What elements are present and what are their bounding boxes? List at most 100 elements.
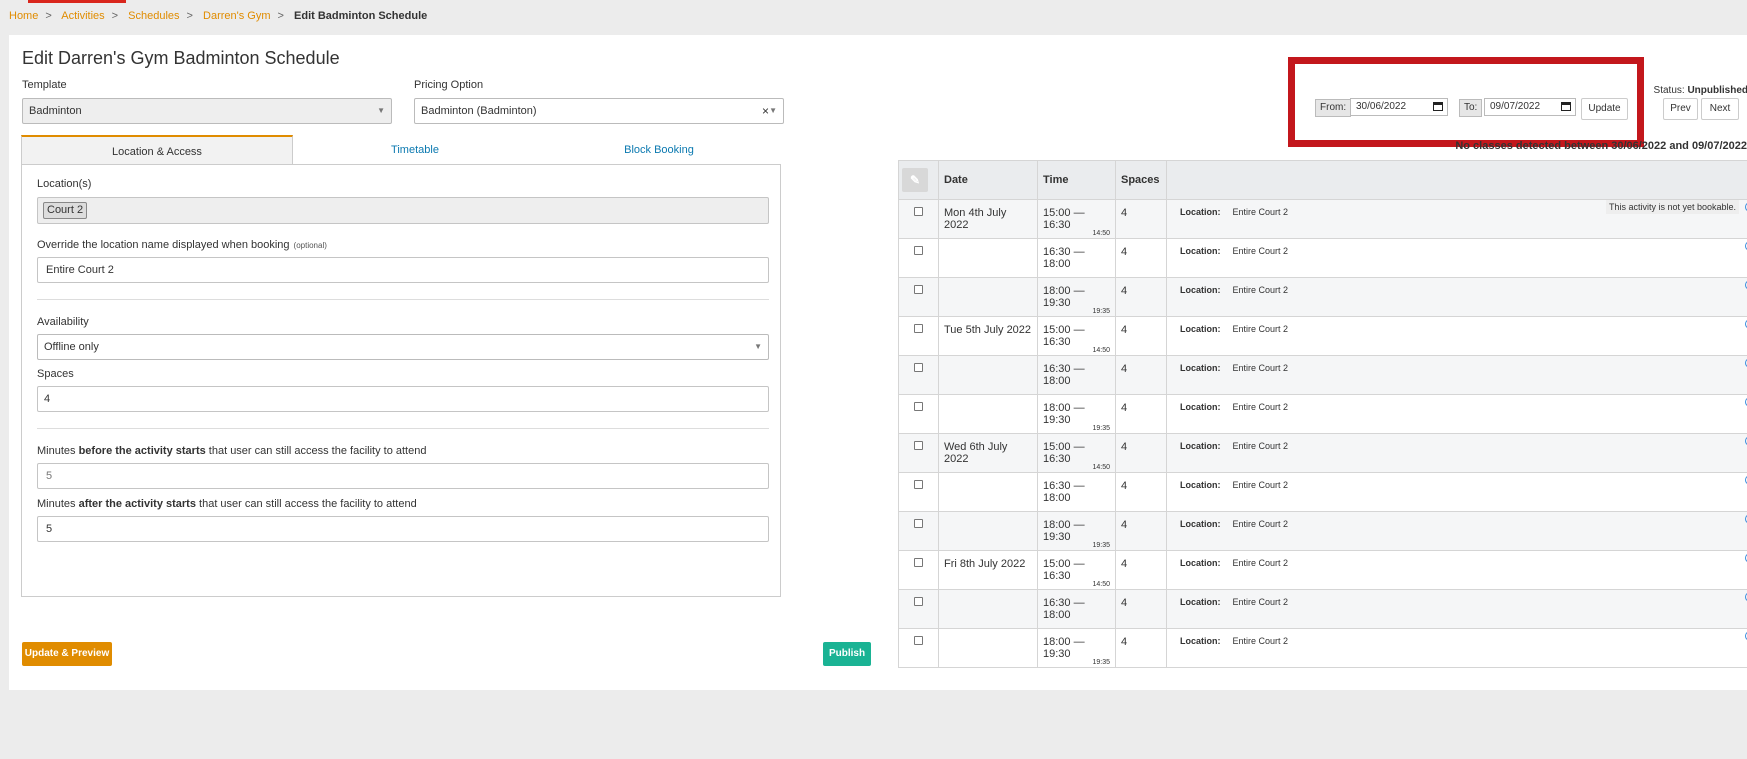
calendar-icon[interactable] xyxy=(1433,102,1443,111)
locations-input[interactable]: Court 2 xyxy=(37,197,769,224)
row-checkbox[interactable] xyxy=(914,597,923,606)
next-button[interactable]: Next xyxy=(1701,98,1739,120)
date-cell xyxy=(938,472,1038,512)
pricing-label: Pricing Option xyxy=(414,79,484,91)
update-button[interactable]: Update xyxy=(1581,98,1628,120)
breadcrumb-schedules[interactable]: Schedules xyxy=(128,10,179,22)
minutes-after-input[interactable]: 5 xyxy=(37,516,769,542)
override-input[interactable]: Entire Court 2 xyxy=(37,257,769,283)
row-checkbox[interactable] xyxy=(914,558,923,567)
minutes-before-label: Minutes before the activity starts that … xyxy=(37,445,427,457)
template-select[interactable]: Badminton ▼ xyxy=(22,98,392,124)
time-range: 16:30 — 18:00 xyxy=(1043,246,1085,270)
date-cell xyxy=(938,628,1038,668)
row-checkbox[interactable] xyxy=(914,285,923,294)
column-header-spaces: Spaces xyxy=(1115,160,1167,200)
location-chip[interactable]: Court 2 xyxy=(43,202,88,219)
tab-timetable[interactable]: Timetable xyxy=(293,135,537,165)
date-cell xyxy=(938,394,1038,434)
from-date-input[interactable]: 30/06/2022 xyxy=(1350,98,1448,116)
breadcrumb-home[interactable]: Home xyxy=(9,10,38,22)
row-select-cell xyxy=(898,511,939,551)
spaces-cell: 4 xyxy=(1115,589,1167,629)
row-select-cell xyxy=(898,628,939,668)
table-row: 16:30 — 18:00 4 Location: Entire Court 2 xyxy=(898,589,1747,629)
row-checkbox[interactable] xyxy=(914,324,923,333)
location-value: Entire Court 2 xyxy=(1232,246,1289,256)
location-value: Entire Court 2 xyxy=(1232,441,1289,451)
time-range: 15:00 — 16:30 xyxy=(1043,441,1085,465)
time-cell: 16:30 — 18:00 xyxy=(1037,238,1116,278)
availability-select[interactable]: Offline only ▼ xyxy=(37,334,769,360)
pencil-icon[interactable]: ✎ xyxy=(902,168,928,192)
calendar-icon[interactable] xyxy=(1561,102,1571,111)
table-row: 18:00 — 19:30 19:35 4 Location: Entire Cou… xyxy=(898,277,1747,317)
time-sub: 19:35 xyxy=(1092,542,1110,549)
location-value: Entire Court 2 xyxy=(1232,207,1289,217)
pricing-value: Badminton (Badminton) xyxy=(421,105,537,117)
spaces-cell: 4 xyxy=(1115,628,1167,668)
pricing-select[interactable]: Badminton (Badminton) × ▼ xyxy=(414,98,784,124)
time-cell: 15:00 — 16:30 14:50 xyxy=(1037,316,1116,356)
bulk-edit-header: ✎ xyxy=(898,160,939,200)
spaces-cell: 4 xyxy=(1115,277,1167,317)
minutes-before-input[interactable]: 5 xyxy=(37,463,769,489)
time-range: 15:00 — 16:30 xyxy=(1043,324,1085,348)
location-label: Location: xyxy=(1180,441,1221,451)
date-cell xyxy=(938,277,1038,317)
time-cell: 18:00 — 19:30 19:35 xyxy=(1037,511,1116,551)
breadcrumb-current: Edit Badminton Schedule xyxy=(294,10,428,22)
tab-block-booking[interactable]: Block Booking xyxy=(537,135,781,165)
row-checkbox[interactable] xyxy=(914,519,923,528)
spaces-cell: 4 xyxy=(1115,355,1167,395)
time-range: 16:30 — 18:00 xyxy=(1043,597,1085,621)
row-checkbox[interactable] xyxy=(914,480,923,489)
time-sub: 19:35 xyxy=(1092,659,1110,666)
row-select-cell xyxy=(898,238,939,278)
location-cell: Location: Entire Court 2 xyxy=(1166,472,1747,512)
table-row: 18:00 — 19:30 19:35 4 Location: Entire Cou… xyxy=(898,511,1747,551)
location-value: Entire Court 2 xyxy=(1232,285,1289,295)
time-cell: 15:00 — 16:30 14:50 xyxy=(1037,433,1116,473)
clear-icon[interactable]: × xyxy=(762,99,769,123)
row-checkbox[interactable] xyxy=(914,441,923,450)
time-cell: 16:30 — 18:00 xyxy=(1037,355,1116,395)
prev-button[interactable]: Prev xyxy=(1663,98,1698,120)
publish-button[interactable]: Publish xyxy=(823,642,871,666)
row-checkbox[interactable] xyxy=(914,636,923,645)
locations-label: Location(s) xyxy=(37,178,92,190)
date-cell: Tue 5th July 2022 xyxy=(938,316,1038,356)
spaces-cell: 4 xyxy=(1115,316,1167,356)
spaces-cell: 4 xyxy=(1115,511,1167,551)
time-cell: 16:30 — 18:00 xyxy=(1037,472,1116,512)
location-value: Entire Court 2 xyxy=(1232,558,1289,568)
tab-bar: Location & Access Timetable Block Bookin… xyxy=(21,135,871,165)
spaces-label: Spaces xyxy=(37,368,74,380)
time-sub: 19:35 xyxy=(1092,308,1110,315)
row-checkbox[interactable] xyxy=(914,363,923,372)
time-sub: 19:35 xyxy=(1092,425,1110,432)
date-cell: Fri 8th July 2022 xyxy=(938,550,1038,590)
time-range: 18:00 — 19:30 xyxy=(1043,402,1085,426)
update-preview-button[interactable]: Update & Preview xyxy=(22,642,112,666)
breadcrumb-activities[interactable]: Activities xyxy=(61,10,104,22)
row-checkbox[interactable] xyxy=(914,402,923,411)
row-select-cell xyxy=(898,355,939,395)
row-select-cell xyxy=(898,550,939,590)
to-label: To: xyxy=(1459,99,1483,117)
override-label: Override the location name displayed whe… xyxy=(37,239,327,251)
spaces-input[interactable]: 4 xyxy=(37,386,769,412)
from-label: From: xyxy=(1315,99,1352,117)
row-select-cell xyxy=(898,394,939,434)
table-row: 16:30 — 18:00 4 Location: Entire Court 2 xyxy=(898,355,1747,395)
location-cell: Location: Entire Court 2 xyxy=(1166,394,1747,434)
breadcrumb-gym[interactable]: Darren's Gym xyxy=(203,10,271,22)
location-label: Location: xyxy=(1180,519,1221,529)
table-row: Tue 5th July 2022 15:00 — 16:30 14:50 4 L… xyxy=(898,316,1747,356)
to-date-input[interactable]: 09/07/2022 xyxy=(1484,98,1576,116)
spaces-cell: 4 xyxy=(1115,550,1167,590)
tab-location-access[interactable]: Location & Access xyxy=(21,135,293,165)
row-checkbox[interactable] xyxy=(914,246,923,255)
table-row: Fri 8th July 2022 15:00 — 16:30 14:50 4 L… xyxy=(898,550,1747,590)
row-checkbox[interactable] xyxy=(914,207,923,216)
